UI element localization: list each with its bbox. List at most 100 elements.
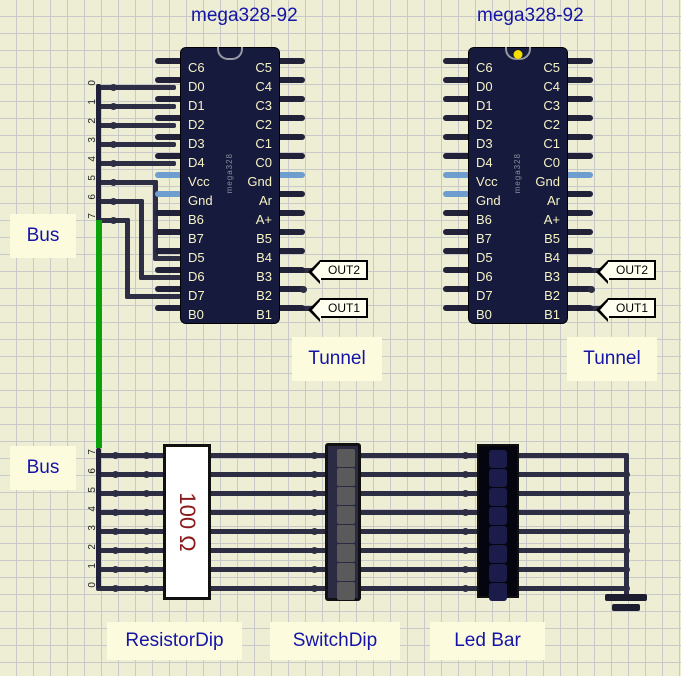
pin-label: Ar bbox=[547, 193, 560, 208]
chip-title: mega328-92 bbox=[477, 5, 584, 26]
junction-dot bbox=[112, 566, 119, 573]
switch-cell[interactable] bbox=[337, 544, 355, 562]
junction-dot bbox=[462, 585, 469, 592]
chip-pin-lead bbox=[277, 58, 305, 64]
chip-pin-lead bbox=[443, 58, 471, 64]
chip-pin-lead bbox=[155, 58, 183, 64]
chip-pin-lead bbox=[565, 134, 593, 140]
chip-pin-lead bbox=[565, 191, 593, 197]
led-bar[interactable] bbox=[477, 444, 519, 601]
led-cell[interactable] bbox=[489, 545, 507, 563]
led-cell[interactable] bbox=[489, 488, 507, 506]
chip-pin-lead bbox=[443, 115, 471, 121]
tunnel-tag-out2-left[interactable]: OUT2 bbox=[308, 260, 368, 284]
pin-label: B6 bbox=[476, 212, 492, 227]
tunnel-tag-out2-right[interactable]: OUT2 bbox=[596, 260, 656, 284]
switch-cell[interactable] bbox=[337, 506, 355, 524]
chip-pin-lead bbox=[155, 96, 183, 102]
bus-line-number: 6 bbox=[87, 194, 98, 200]
led-to-ground-wire bbox=[513, 510, 628, 515]
pin-label: D6 bbox=[188, 269, 205, 284]
chip-body-label: mega328 bbox=[513, 153, 522, 194]
led-cell[interactable] bbox=[489, 469, 507, 487]
pin-label: C0 bbox=[255, 155, 272, 170]
switch-dip[interactable] bbox=[325, 443, 361, 601]
pin-label: C2 bbox=[255, 117, 272, 132]
led-cell[interactable] bbox=[489, 507, 507, 525]
bus-wire bbox=[96, 142, 176, 147]
chip-body-label: mega328 bbox=[225, 153, 234, 194]
junction-dot bbox=[588, 286, 595, 293]
junction-dot bbox=[311, 528, 318, 535]
switch-cell[interactable] bbox=[337, 487, 355, 505]
resistor-value: 100 Ω bbox=[175, 492, 200, 552]
junction-dot bbox=[110, 198, 117, 205]
chip-pin-lead bbox=[277, 191, 305, 197]
bus-line-number: 3 bbox=[87, 137, 98, 143]
chip-pin-lead bbox=[565, 305, 593, 311]
led-to-ground-wire bbox=[513, 491, 628, 496]
pin-label: C2 bbox=[543, 117, 560, 132]
bus-line-number: 7 bbox=[87, 213, 98, 219]
chip-pin-lead bbox=[155, 115, 183, 121]
resistor-dip[interactable]: 100 Ω bbox=[163, 444, 211, 600]
bus-to-resistor-wire bbox=[96, 586, 166, 591]
chip-pin-lead bbox=[565, 229, 593, 235]
pin-label: D7 bbox=[188, 288, 205, 303]
pin-label: B4 bbox=[544, 250, 560, 265]
tunnel-tag-out1-right[interactable]: OUT1 bbox=[596, 298, 656, 322]
junction-dot bbox=[623, 566, 630, 573]
tunnel-label: OUT1 bbox=[327, 301, 360, 315]
junction-dot bbox=[143, 585, 150, 592]
bus-line-number: 5 bbox=[87, 487, 98, 493]
switch-cell[interactable] bbox=[337, 525, 355, 543]
bus-line-number: 1 bbox=[87, 99, 98, 105]
chip-pin-lead bbox=[443, 77, 471, 83]
bus-to-resistor-wire bbox=[96, 548, 166, 553]
switch-cell[interactable] bbox=[337, 449, 355, 467]
pin-label: C0 bbox=[543, 155, 560, 170]
pin-label: D2 bbox=[476, 117, 493, 132]
led-cell[interactable] bbox=[489, 564, 507, 582]
chip-pin-lead bbox=[155, 267, 183, 273]
chip-pin-lead bbox=[155, 286, 183, 292]
pin-label: C3 bbox=[255, 98, 272, 113]
pin-label: B0 bbox=[476, 307, 492, 322]
bus-wire bbox=[96, 85, 176, 90]
pin-label: C4 bbox=[255, 79, 272, 94]
tunnel-tag-out1-left[interactable]: OUT1 bbox=[308, 298, 368, 322]
pin-label: D4 bbox=[476, 155, 493, 170]
pin-label: C4 bbox=[543, 79, 560, 94]
chip-pin-lead bbox=[443, 210, 471, 216]
pin-label: B3 bbox=[544, 269, 560, 284]
bus-bar-top[interactable] bbox=[96, 220, 102, 448]
led-cell[interactable] bbox=[489, 583, 507, 601]
junction-dot bbox=[462, 547, 469, 554]
bus-to-resistor-wire bbox=[96, 453, 166, 458]
bus-line-number: 3 bbox=[87, 525, 98, 531]
pin-label: C6 bbox=[476, 60, 493, 75]
chip-pin-lead-gnd bbox=[443, 191, 471, 197]
chip-mega328-left[interactable]: mega328 C6 D0 D1 D2 D3 D4 Vcc Gnd B6 B7 … bbox=[181, 47, 279, 323]
junction-dot bbox=[112, 490, 119, 497]
ground-symbol-bar2 bbox=[612, 604, 640, 611]
junction-dot bbox=[110, 217, 117, 224]
switch-cell[interactable] bbox=[337, 468, 355, 486]
led-cell[interactable] bbox=[489, 450, 507, 468]
junction-dot bbox=[311, 585, 318, 592]
switch-cell[interactable] bbox=[337, 563, 355, 581]
junction-dot bbox=[623, 547, 630, 554]
chip-pin-lead bbox=[277, 115, 305, 121]
switch-cell[interactable] bbox=[337, 582, 355, 600]
pin-label: D0 bbox=[476, 79, 493, 94]
chip-mega328-right[interactable]: mega328 C6 D0 D1 D2 D3 D4 Vcc Gnd B6 B7 … bbox=[469, 47, 567, 323]
led-cell[interactable] bbox=[489, 526, 507, 544]
bus-to-resistor-wire bbox=[96, 510, 166, 515]
chip-pin-lead-gnd bbox=[155, 191, 183, 197]
junction-dot bbox=[300, 286, 307, 293]
junction-dot bbox=[311, 547, 318, 554]
junction-dot bbox=[311, 471, 318, 478]
bus-line-number: 7 bbox=[87, 449, 98, 455]
junction-dot bbox=[311, 566, 318, 573]
pin-label: D1 bbox=[188, 98, 205, 113]
